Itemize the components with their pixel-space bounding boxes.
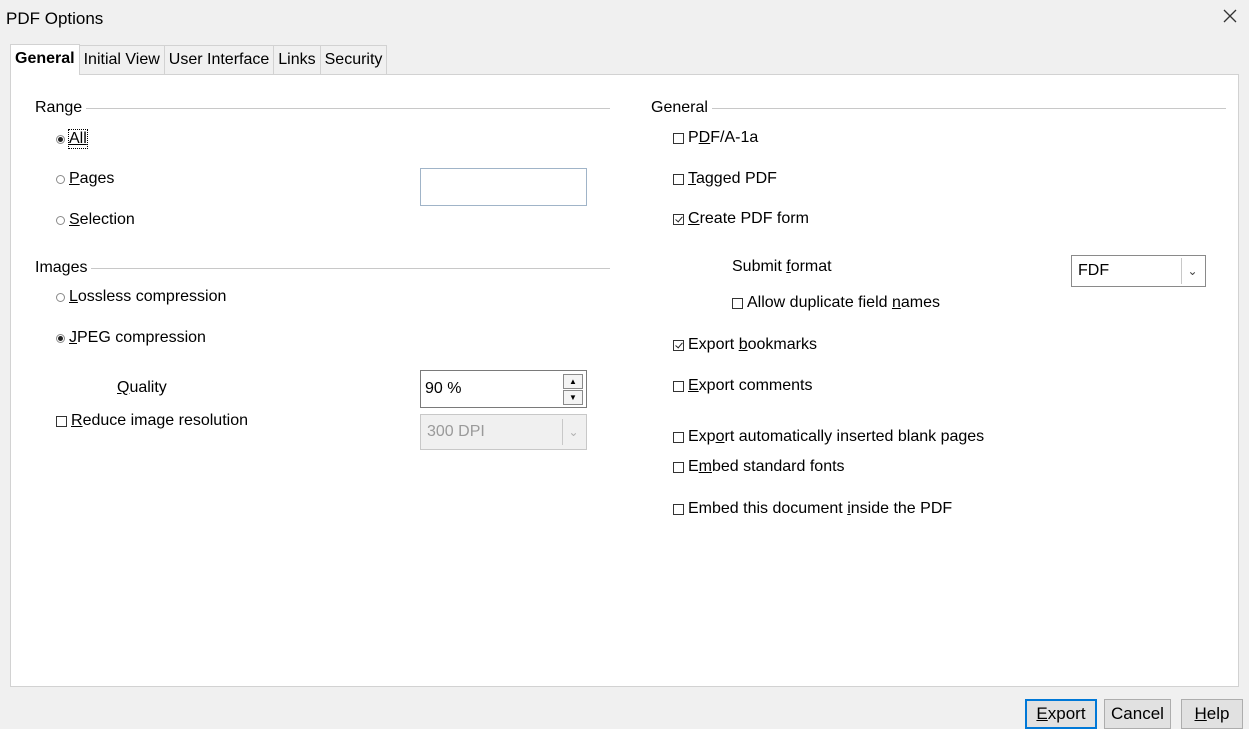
general-divider bbox=[711, 107, 1226, 109]
close-icon[interactable] bbox=[1220, 6, 1240, 26]
create-form-label: Create PDF form bbox=[688, 210, 809, 227]
checkbox-indicator bbox=[673, 380, 684, 392]
images-heading-label: Images bbox=[35, 259, 88, 276]
export-comments-label: Export comments bbox=[688, 377, 813, 394]
quality-label: Quality bbox=[117, 379, 167, 396]
checkbox-indicator bbox=[673, 431, 684, 443]
general-tab-panel bbox=[10, 74, 1239, 687]
checkbox-indicator bbox=[673, 339, 684, 351]
export-blank-pages-checkbox[interactable]: Export automatically inserted blank page… bbox=[673, 428, 984, 446]
tab-security[interactable]: Security bbox=[319, 45, 388, 74]
range-all-radio[interactable]: All bbox=[56, 129, 88, 149]
checkbox-indicator bbox=[673, 503, 684, 515]
allow-duplicate-checkbox[interactable]: Allow duplicate field names bbox=[732, 294, 940, 312]
checkbox-indicator bbox=[673, 173, 684, 185]
radio-indicator bbox=[56, 174, 65, 184]
tab-links[interactable]: Links bbox=[273, 45, 321, 74]
reduce-resolution-label: Reduce image resolution bbox=[71, 412, 248, 429]
embed-fonts-checkbox[interactable]: Embed standard fonts bbox=[673, 458, 845, 476]
export-comments-checkbox[interactable]: Export comments bbox=[673, 377, 812, 395]
window-title: PDF Options bbox=[6, 9, 104, 28]
radio-indicator bbox=[56, 292, 65, 302]
radio-indicator bbox=[56, 134, 65, 144]
submit-format-value: FDF bbox=[1078, 262, 1110, 279]
general-heading-label: General bbox=[651, 99, 708, 116]
export-bookmarks-label: Export bookmarks bbox=[688, 336, 817, 353]
create-form-checkbox[interactable]: Create PDF form bbox=[673, 210, 809, 228]
range-section-heading: Range bbox=[35, 99, 610, 117]
checkbox-indicator bbox=[673, 132, 684, 144]
spin-up-button[interactable]: ▲ bbox=[563, 373, 583, 389]
jpeg-compression-label: JPEG compression bbox=[69, 329, 206, 346]
checkbox-indicator bbox=[673, 461, 684, 473]
cancel-button[interactable]: Cancel bbox=[1104, 699, 1171, 729]
radio-indicator bbox=[56, 215, 65, 225]
reduce-resolution-checkbox[interactable]: Reduce image resolution bbox=[56, 412, 248, 430]
chevron-down-icon: ⌄ bbox=[1181, 258, 1203, 284]
chevron-down-icon: ⌄ bbox=[562, 419, 584, 445]
checkbox-indicator bbox=[56, 415, 67, 427]
export-blank-pages-label: Export automatically inserted blank page… bbox=[688, 428, 985, 445]
spin-down-button[interactable]: ▼ bbox=[563, 389, 583, 405]
tab-general[interactable]: General bbox=[10, 44, 80, 75]
export-bookmarks-checkbox[interactable]: Export bookmarks bbox=[673, 336, 817, 354]
range-selection-label: Selection bbox=[69, 211, 135, 228]
images-divider bbox=[91, 267, 610, 269]
embed-fonts-label: Embed standard fonts bbox=[688, 458, 845, 475]
export-button[interactable]: Export bbox=[1025, 699, 1097, 729]
general-section-heading: General bbox=[651, 99, 1226, 117]
submit-format-label: Submit format bbox=[732, 258, 832, 275]
lossless-compression-label: Lossless compression bbox=[69, 288, 227, 305]
resolution-dropdown[interactable]: 300 DPI ⌄ bbox=[420, 414, 587, 450]
embed-document-label: Embed this document inside the PDF bbox=[688, 500, 953, 517]
pdfa-checkbox[interactable]: PDF/A-1a bbox=[673, 129, 758, 147]
checkbox-indicator bbox=[673, 213, 684, 225]
tagged-pdf-checkbox[interactable]: Tagged PDF bbox=[673, 170, 777, 188]
checkbox-indicator bbox=[732, 297, 743, 309]
pdfa-label: PDF/A-1a bbox=[688, 129, 759, 146]
range-all-label: All bbox=[68, 129, 88, 149]
quality-value: 90 % bbox=[425, 380, 462, 397]
range-pages-label: Pages bbox=[69, 170, 115, 187]
range-heading-label: Range bbox=[35, 99, 83, 116]
range-divider bbox=[86, 107, 610, 109]
submit-format-dropdown[interactable]: FDF ⌄ bbox=[1071, 255, 1206, 287]
allow-duplicate-label: Allow duplicate field names bbox=[747, 294, 940, 311]
images-section-heading: Images bbox=[35, 259, 610, 277]
quality-spinbox[interactable]: 90 % ▲ ▼ bbox=[420, 370, 587, 408]
jpeg-compression-radio[interactable]: JPEG compression bbox=[56, 329, 206, 347]
tagged-pdf-label: Tagged PDF bbox=[688, 170, 777, 187]
range-pages-radio[interactable]: Pages bbox=[56, 170, 114, 188]
range-selection-radio[interactable]: Selection bbox=[56, 211, 135, 229]
pages-input[interactable] bbox=[420, 168, 587, 206]
tab-initial-view[interactable]: Initial View bbox=[78, 45, 165, 74]
embed-document-checkbox[interactable]: Embed this document inside the PDF bbox=[673, 500, 952, 518]
radio-indicator bbox=[56, 333, 65, 343]
resolution-value: 300 DPI bbox=[427, 423, 485, 440]
help-button[interactable]: Help bbox=[1181, 699, 1243, 729]
tab-bar: General Initial View User Interface Link… bbox=[10, 44, 388, 75]
lossless-compression-radio[interactable]: Lossless compression bbox=[56, 288, 226, 306]
tab-user-interface[interactable]: User Interface bbox=[163, 45, 275, 74]
